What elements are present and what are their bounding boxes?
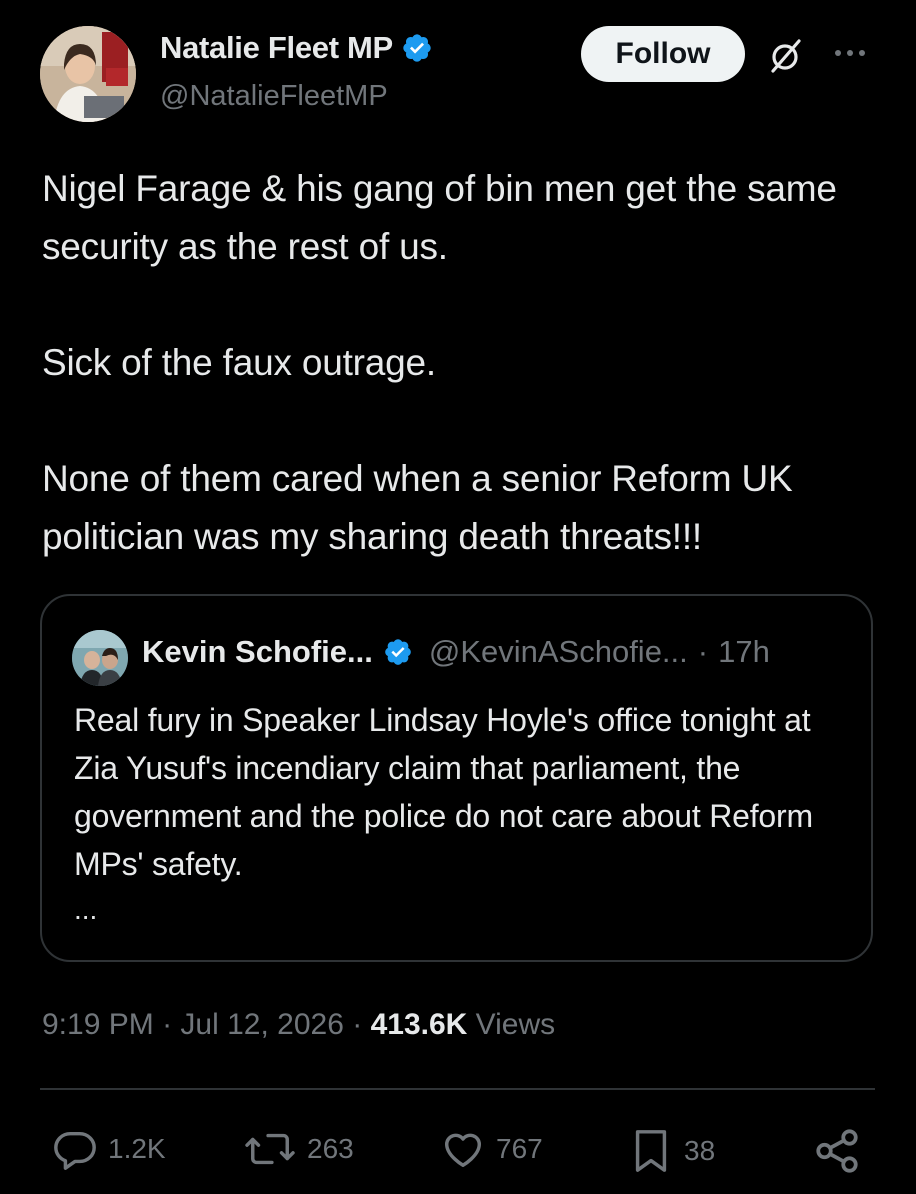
- quoted-handle[interactable]: @KevinASchofie...: [429, 634, 688, 670]
- repost-icon: [245, 1133, 295, 1165]
- post-time[interactable]: 9:19 PM: [42, 1008, 154, 1041]
- repost-count: 263: [307, 1133, 354, 1164]
- author-display-name[interactable]: Natalie Fleet MP: [160, 30, 393, 66]
- author-name-row[interactable]: Natalie Fleet MP: [160, 30, 433, 66]
- more-icon[interactable]: [830, 38, 870, 68]
- reply-button[interactable]: 1.2K: [52, 1126, 166, 1172]
- quoted-text: Real fury in Speaker Lindsay Hoyle's off…: [74, 702, 813, 882]
- bookmark-count: 38: [684, 1135, 716, 1166]
- like-button[interactable]: 767: [440, 1126, 543, 1172]
- author-avatar[interactable]: [40, 26, 136, 122]
- repost-button[interactable]: 263: [243, 1126, 354, 1172]
- quoted-ellipsis: ...: [74, 894, 98, 925]
- like-count: 767: [496, 1133, 543, 1164]
- meta-separator: ·: [162, 1008, 173, 1041]
- verified-badge-icon: [403, 34, 431, 62]
- grok-icon[interactable]: [765, 36, 805, 76]
- follow-button[interactable]: Follow: [581, 26, 745, 82]
- post-text: Nigel Farage & his gang of bin men get t…: [42, 168, 837, 557]
- quoted-time[interactable]: 17h: [718, 634, 770, 670]
- views-count: 413.6K: [370, 1008, 468, 1041]
- reply-icon: [54, 1131, 96, 1170]
- bookmark-icon: [635, 1130, 667, 1172]
- divider: [40, 1088, 875, 1090]
- quoted-display-name[interactable]: Kevin Schofie...: [142, 634, 373, 670]
- quoted-profile-photo: [72, 630, 128, 686]
- profile-photo: [40, 26, 136, 122]
- share-icon: [816, 1129, 858, 1173]
- meta-separator: ·: [352, 1008, 363, 1041]
- bookmark-button[interactable]: 38: [628, 1126, 715, 1176]
- post-meta: 9:19 PM · Jul 12, 2026 · 413.6K Views: [42, 1008, 555, 1042]
- quoted-verified-badge-icon: [385, 639, 411, 665]
- quoted-author-avatar[interactable]: [72, 630, 128, 686]
- quoted-header: Kevin Schofie... @KevinASchofie... · 17h: [142, 634, 770, 670]
- heart-icon: [444, 1133, 482, 1168]
- reply-count: 1.2K: [108, 1133, 166, 1164]
- author-handle[interactable]: @NatalieFleetMP: [160, 80, 388, 113]
- share-button[interactable]: [812, 1126, 862, 1176]
- quoted-time-separator: ·: [697, 634, 709, 669]
- quoted-post[interactable]: Kevin Schofie... @KevinASchofie... · 17h…: [40, 594, 873, 962]
- post-date[interactable]: Jul 12, 2026: [180, 1008, 343, 1041]
- views-label: Views: [475, 1008, 556, 1041]
